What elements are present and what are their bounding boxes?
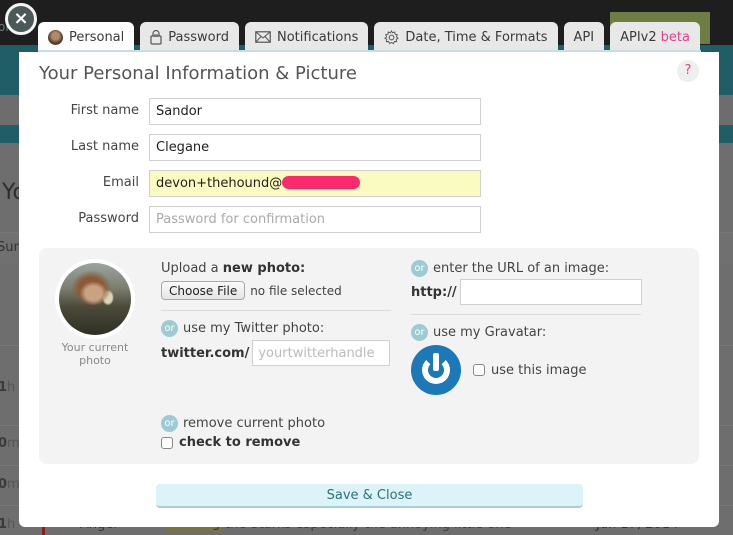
email-value: devon+thehound@ <box>156 176 283 191</box>
gear-icon <box>384 29 400 44</box>
tab-notifications[interactable]: Notifications <box>245 22 369 52</box>
password-row: Password <box>39 206 509 233</box>
divider <box>411 314 641 315</box>
photo-options-left: Upload a new photo: Choose File no file … <box>161 260 391 450</box>
or-badge: or <box>411 323 428 341</box>
remove-photo-label: check to remove <box>179 435 301 450</box>
current-photo-caption: Your current photo <box>61 341 129 367</box>
background-time: 1h <box>0 380 16 395</box>
last-name-row: Last name <box>39 134 509 161</box>
or-badge: or <box>411 259 428 277</box>
twitter-title: or use my Twitter photo: <box>161 319 391 337</box>
photo-options-right: or enter the URL of an image: http:// or… <box>411 259 642 395</box>
twitter-handle-input[interactable] <box>252 340 391 366</box>
tab-label: Password <box>168 29 229 45</box>
email-row: Email devon+thehound@ <box>39 170 509 197</box>
twitter-row: twitter.com/ <box>161 340 391 366</box>
password-input[interactable] <box>149 206 481 233</box>
first-name-label: First name <box>70 103 139 118</box>
email-redaction <box>282 176 361 189</box>
settings-tabs: Personal Password Notifications Date, Ti… <box>38 22 706 52</box>
gravatar-row: use this image <box>411 345 641 395</box>
background-time: 0m <box>0 436 20 451</box>
close-button[interactable]: × <box>5 3 37 35</box>
tab-api[interactable]: API <box>563 22 605 52</box>
close-icon: × <box>13 8 29 29</box>
first-name-input[interactable] <box>149 98 481 125</box>
email-label: Email <box>102 175 139 190</box>
current-photo-image <box>59 263 131 335</box>
current-photo <box>55 259 135 339</box>
tab-personal[interactable]: Personal <box>38 22 135 52</box>
background-time: 0m <box>0 477 20 492</box>
file-status: no file selected <box>250 283 342 298</box>
upload-title: Upload a new photo: <box>161 260 306 276</box>
remove-row: check to remove <box>161 435 391 450</box>
image-url-input[interactable] <box>459 279 642 305</box>
tab-label: API <box>573 29 595 45</box>
twitter-prefix: twitter.com/ <box>161 345 250 361</box>
personal-panel: Your Personal Information & Picture ? Fi… <box>19 52 719 527</box>
help-icon: ? <box>684 63 692 78</box>
first-name-row: First name <box>39 98 509 125</box>
tab-label: APIv2 <box>620 29 657 45</box>
tab-password[interactable]: Password <box>140 22 239 52</box>
beta-badge: beta <box>660 29 690 45</box>
tab-apiv2[interactable]: APIv2 beta <box>610 22 700 52</box>
help-button[interactable]: ? <box>677 60 699 82</box>
save-close-button[interactable]: Save & Close <box>156 484 583 508</box>
use-gravatar-checkbox[interactable] <box>473 364 485 376</box>
settings-modal: × Personal Password Notifications Date, … <box>5 3 719 527</box>
background-time: 1h <box>0 517 16 532</box>
envelope-icon <box>255 31 271 43</box>
choose-file-button[interactable]: Choose File <box>161 281 246 300</box>
divider <box>161 310 391 311</box>
remove-photo-checkbox[interactable] <box>161 436 173 449</box>
url-title: or enter the URL of an image: <box>411 259 641 277</box>
remove-title: or remove current photo <box>161 414 391 432</box>
tab-label: Date, Time & Formats <box>405 29 548 45</box>
panel-title: Your Personal Information & Picture <box>39 63 357 84</box>
last-name-label: Last name <box>70 139 139 154</box>
or-badge: or <box>161 414 178 432</box>
or-badge: or <box>161 319 178 337</box>
tab-label: Personal <box>69 29 125 45</box>
last-name-input[interactable] <box>149 134 481 161</box>
tab-date-time-formats[interactable]: Date, Time & Formats <box>374 22 558 52</box>
url-prefix: http:// <box>411 284 457 300</box>
gravatar-title: or use my Gravatar: <box>411 323 641 341</box>
lock-icon <box>150 29 162 45</box>
upload-row: Choose File no file selected <box>161 281 391 300</box>
user-avatar-icon <box>48 29 63 45</box>
email-input[interactable]: devon+thehound@ <box>149 170 481 197</box>
use-gravatar-label: use this image <box>491 362 587 378</box>
tab-label: Notifications <box>277 29 359 45</box>
gravatar-logo-icon <box>411 345 461 395</box>
gravatar-stem <box>433 353 439 371</box>
url-row: http:// <box>411 279 642 305</box>
photo-section: Your current photo Upload a new photo: C… <box>39 248 699 464</box>
password-label: Password <box>78 211 139 226</box>
